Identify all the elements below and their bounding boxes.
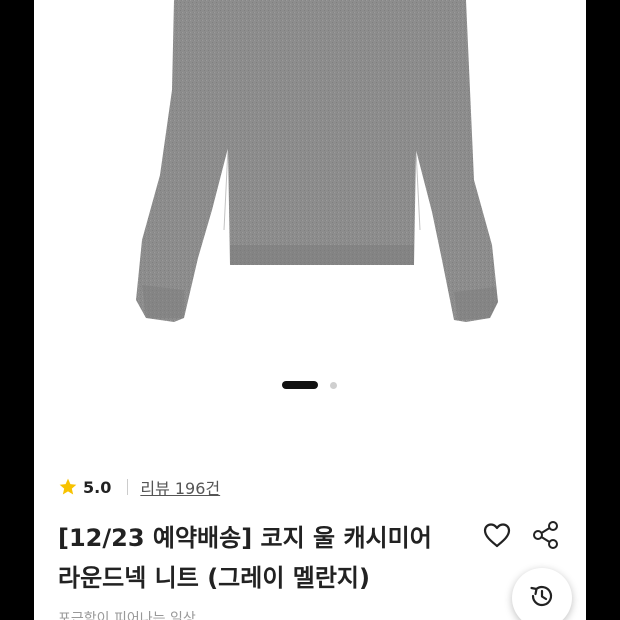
product-image-carousel[interactable] [34,0,586,410]
review-link[interactable]: 리뷰 196건 [140,475,220,499]
carousel-indicator [34,381,586,391]
share-icon[interactable] [531,519,561,551]
heart-icon[interactable] [481,519,513,551]
product-title-line-1: [12/23 예약배송] 코지 울 캐시미어 [58,524,432,552]
carousel-dot-active[interactable] [282,381,318,389]
history-icon [530,585,553,607]
product-detail-screen: 5.0 리뷰 196건 [12/23 예약배송] 코지 울 캐시미어 라운드넥 … [34,0,586,620]
carousel-dot[interactable] [330,382,337,389]
divider [127,479,129,495]
product-title: [12/23 예약배송] 코지 울 캐시미어 라운드넥 니트 (그레이 멜란지) [58,518,478,598]
rating-row: 5.0 리뷰 196건 [58,474,220,500]
product-title-line-2: 라운드넥 니트 (그레이 멜란지) [58,564,370,592]
product-subline: 포근함이 피어나는 일상 [58,611,196,620]
star-icon [59,478,77,495]
product-image-sweater [136,0,498,322]
recently-viewed-button[interactable] [512,568,572,620]
rating-value: 5.0 [83,477,112,497]
